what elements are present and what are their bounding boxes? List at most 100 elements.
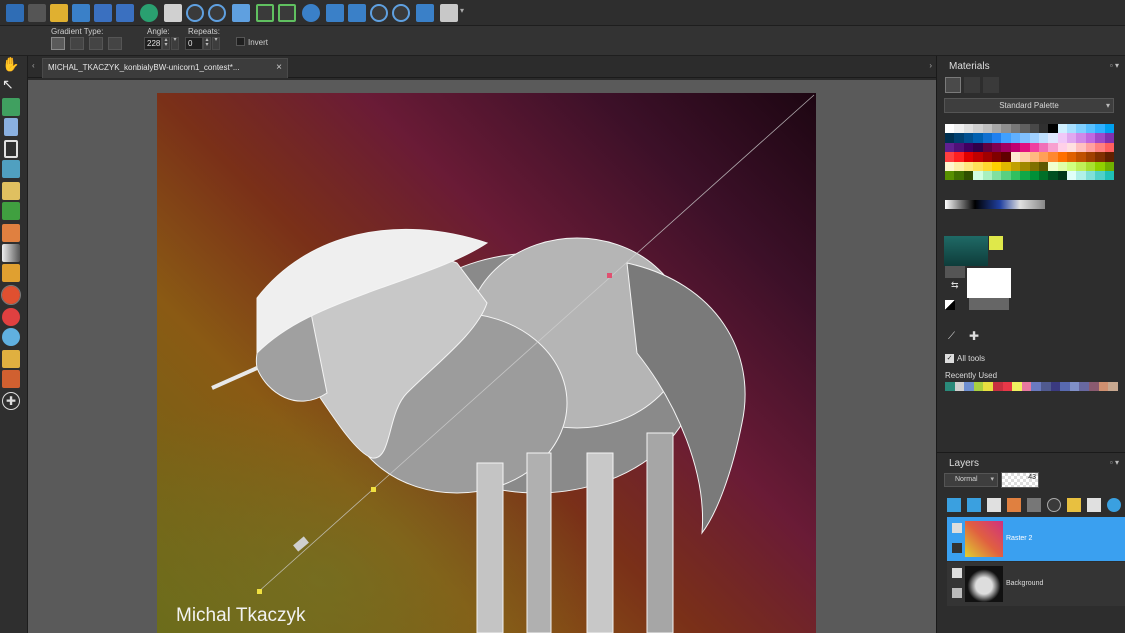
color-swatch[interactable] (1095, 124, 1105, 134)
color-swatch[interactable] (954, 142, 964, 153)
background-fill-swatch[interactable] (967, 268, 1011, 298)
gradient-linear-button[interactable] (51, 37, 65, 50)
color-swatch[interactable] (973, 142, 983, 153)
swatches-view-icon[interactable] (983, 77, 999, 93)
red-eye-tool-icon[interactable] (2, 308, 20, 326)
canvas-workspace[interactable]: Michal Tkaczyk (28, 80, 936, 633)
recent-color-swatch[interactable] (964, 382, 974, 391)
color-swatch[interactable] (1067, 124, 1077, 134)
recent-color-swatch[interactable] (973, 382, 984, 391)
layer-properties-icon[interactable] (1107, 498, 1121, 512)
color-swatch[interactable] (973, 170, 983, 181)
color-swatch[interactable] (1048, 124, 1058, 134)
color-swatch[interactable] (954, 170, 964, 181)
angle-stepper[interactable]: ▴ ▾ (162, 37, 170, 50)
repeats-stepper[interactable]: ▴ ▾ (203, 37, 211, 50)
copy-menu-chevron-icon[interactable]: ▾ (460, 6, 464, 15)
color-swatch[interactable] (1076, 170, 1086, 181)
gradient-sunburst-button[interactable] (89, 37, 103, 50)
color-swatch[interactable] (1104, 124, 1115, 134)
color-swatch[interactable] (1010, 161, 1021, 171)
color-swatch[interactable] (991, 152, 1002, 162)
color-swatch[interactable] (1057, 161, 1068, 171)
color-swatch[interactable] (954, 152, 964, 162)
palette-select[interactable]: Standard Palette ▾ (944, 98, 1114, 113)
color-swatch[interactable] (1010, 152, 1021, 162)
color-swatch[interactable] (1029, 152, 1039, 162)
art-media-tool-icon[interactable] (2, 370, 20, 388)
recent-color-swatch[interactable] (1021, 382, 1032, 391)
color-swatch[interactable] (1029, 161, 1039, 171)
color-swatch[interactable] (991, 142, 1002, 153)
repeats-dropdown[interactable]: ▾ (212, 37, 220, 50)
paint-brush-icon[interactable] (2, 224, 20, 242)
color-swatch[interactable] (1001, 142, 1011, 153)
color-swatch[interactable] (954, 161, 964, 171)
color-swatch[interactable] (1095, 152, 1105, 162)
color-swatch[interactable] (963, 133, 974, 143)
color-swatch[interactable] (973, 133, 983, 143)
tab-scroll-left-icon[interactable]: ‹ (32, 61, 35, 70)
color-swatch[interactable] (1067, 170, 1077, 181)
color-swatch[interactable] (1001, 152, 1011, 162)
recent-color-swatch[interactable] (1002, 382, 1013, 391)
gradient-swatch-row[interactable] (945, 200, 1045, 209)
recent-color-swatch[interactable] (1108, 382, 1118, 391)
gradient-radial-button[interactable] (108, 37, 122, 50)
color-swatch[interactable] (1104, 170, 1115, 181)
angle-input[interactable]: 228 (144, 37, 162, 50)
color-swatch[interactable] (1038, 133, 1049, 143)
color-swatch[interactable] (1010, 124, 1021, 134)
color-swatch[interactable] (1095, 161, 1105, 171)
color-swatch[interactable] (1001, 133, 1011, 143)
color-swatch[interactable] (991, 124, 1002, 134)
reset-colors-icon[interactable] (945, 300, 955, 310)
color-swatch[interactable] (1057, 152, 1068, 162)
color-swatch[interactable] (1038, 124, 1049, 134)
color-swatch[interactable] (1029, 124, 1039, 134)
recent-color-swatch[interactable] (992, 382, 1003, 391)
color-swatch[interactable] (1048, 161, 1058, 171)
add-color-icon[interactable]: ✚ (969, 329, 979, 343)
recent-color-swatch[interactable] (954, 382, 965, 391)
open-folder-icon[interactable] (50, 4, 68, 22)
rainbow-view-icon[interactable] (964, 77, 980, 93)
color-swatch[interactable] (945, 161, 955, 171)
delete-layer-icon[interactable] (1087, 498, 1101, 512)
color-swatch[interactable] (1038, 152, 1049, 162)
straighten-tool-icon[interactable] (2, 182, 20, 200)
recent-color-swatch[interactable] (1060, 382, 1070, 391)
color-swatch[interactable] (1020, 142, 1030, 153)
color-swatch[interactable] (1095, 133, 1105, 143)
lock-layer-icon[interactable] (1067, 498, 1081, 512)
color-swatch[interactable] (1067, 161, 1077, 171)
eyedropper-icon[interactable]: ⟋ (948, 331, 955, 342)
recent-color-swatch[interactable] (1098, 382, 1109, 391)
close-tab-icon[interactable]: × (276, 59, 282, 77)
info-icon[interactable] (302, 4, 320, 22)
color-swatch[interactable] (945, 142, 955, 153)
pick-tool-icon[interactable]: ↖ (2, 76, 20, 94)
blend-mode-select[interactable]: Normal ▾ (944, 473, 998, 487)
adjustment-layer-icon[interactable] (1007, 498, 1021, 512)
color-swatch[interactable] (982, 133, 992, 143)
color-swatch[interactable] (945, 170, 955, 181)
color-swatch[interactable] (954, 133, 964, 143)
color-swatch[interactable] (1076, 124, 1086, 134)
layer-lock-icon[interactable] (952, 543, 962, 553)
document-image[interactable]: Michal Tkaczyk (157, 93, 816, 633)
color-swatch[interactable] (1076, 133, 1086, 143)
color-swatch[interactable] (1029, 142, 1039, 153)
color-swatch[interactable] (1038, 161, 1049, 171)
color-swatch[interactable] (1020, 170, 1030, 181)
color-swatch[interactable] (1104, 152, 1115, 162)
full-screen-icon[interactable] (416, 4, 434, 22)
color-swatch[interactable] (973, 161, 983, 171)
new-layer-icon[interactable] (28, 4, 46, 22)
eraser-tool-icon[interactable] (2, 264, 20, 282)
recent-color-swatch[interactable] (1079, 382, 1089, 391)
color-swatch[interactable] (1057, 124, 1068, 134)
color-swatch[interactable] (945, 152, 955, 162)
color-swatch[interactable] (1095, 170, 1105, 181)
color-swatch[interactable] (1085, 152, 1096, 162)
